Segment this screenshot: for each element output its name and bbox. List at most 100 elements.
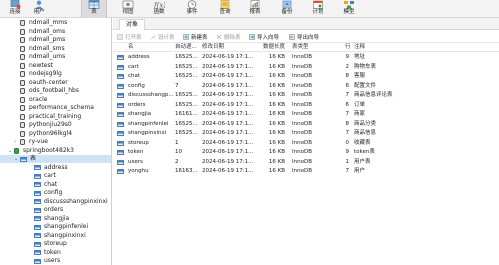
tree-db-ods-football-hbs[interactable]: ods_football_hbs [20, 87, 79, 95]
tree-table-token[interactable]: token [34, 249, 61, 257]
tree-tables-node[interactable]: ⌄ 表 [0, 155, 111, 163]
table-row[interactable]: yonghu 16163... 2024-06-19 17:1... 16 KB Inn… [113, 167, 499, 176]
query-label: 查询 [219, 9, 231, 15]
tree-db-label: oauth-center [29, 78, 68, 86]
user-button[interactable]: 用户 [24, 0, 54, 18]
tree-db-ry-vue[interactable]: › ry-vue [14, 138, 48, 146]
tree-table-label: cart [44, 172, 56, 179]
tree-table-label: address [44, 163, 68, 171]
tree-db-ndmall-mms[interactable]: ndmall_mms [20, 19, 67, 27]
tree-table-chat[interactable]: chat [34, 181, 57, 189]
tree-db-nodejsg9lg[interactable]: nodejsg9lg [20, 70, 62, 78]
tree-db-oracle[interactable]: oracle [20, 96, 47, 104]
tree-db-ndmall-sms[interactable]: ndmall_sms [20, 45, 65, 53]
cell-comment: 用户表 [354, 158, 371, 165]
tree-db-pythonjiu29s0[interactable]: pythonjiu29s0 [20, 121, 72, 129]
cell-engine: InnoDB [292, 111, 312, 117]
tree-db-ndmall-pms[interactable]: ndmall_pms [20, 36, 65, 44]
tree-db-label: ndmall_oms [29, 27, 66, 35]
cell-comment: 订单 [354, 101, 366, 108]
tree-table-label: config [44, 189, 63, 196]
column-header-rows[interactable]: 行 [345, 43, 351, 52]
open-table-button[interactable]: 打开表 [117, 32, 142, 42]
column-header-comment[interactable]: 注释 [354, 43, 365, 52]
cell-engine: InnoDB [292, 130, 312, 136]
table-icon [117, 131, 124, 136]
tab-objects[interactable]: 对象 [119, 19, 146, 30]
cell-size: 16 KB [268, 63, 285, 70]
tree-table-address[interactable]: address [34, 164, 68, 172]
export-wizard-button[interactable]: 导出向导 [289, 32, 319, 42]
table-icon [117, 64, 124, 70]
design-table-button[interactable]: 设计表 [150, 32, 175, 42]
tree-db-performance-schema[interactable]: performance_schema [20, 104, 94, 112]
tree-table-orders[interactable]: orders [34, 206, 63, 214]
query-button[interactable]: 查询 [210, 0, 240, 18]
tree-db-newtest[interactable]: newtest [20, 62, 53, 70]
report-button[interactable]: 报表 [240, 0, 270, 18]
tree-db-springboot482k3[interactable]: ⌄ springboot482k3 [8, 147, 74, 155]
table-row[interactable]: cart 16525... 2024-06-19 17:1... 16 KB InnoD… [113, 63, 499, 72]
table-button[interactable]: 表 [81, 0, 107, 18]
tree-table-label: discussshangpinxinxi [44, 197, 108, 205]
column-header-data-length[interactable]: 数据长度 [263, 43, 285, 52]
table-row[interactable]: shangpinxinxi 16525... 2024-06-19 17:1... 1… [113, 129, 499, 138]
function-button[interactable]: f(x) 函数 [144, 0, 174, 18]
delete-table-button[interactable]: 删除表 [216, 32, 241, 42]
tree-table-storeup[interactable]: storeup [34, 240, 67, 248]
cell-engine: InnoDB [292, 73, 312, 79]
table-row[interactable]: users 2 2024-06-19 17:1... 16 KB InnoDB 1 用户表 [113, 158, 499, 167]
export-wizard-label: 导出向导 [297, 35, 320, 41]
table-header: 名 自动递... 修改日期 数据长度 表类型 行 注释 [113, 43, 499, 52]
schedule-button[interactable]: 计划 [303, 0, 333, 18]
column-header-table-type[interactable]: 表类型 [292, 43, 309, 52]
table-row[interactable]: shangjia 16161... 2024-06-19 17:1... 16 KB I… [113, 110, 499, 119]
tree-db-ndmall-ums[interactable]: ndmall_ums [20, 53, 65, 61]
cell-date: 2024-06-19 17:1... [202, 73, 254, 79]
table-row[interactable]: storeup 1 2024-06-19 17:1... 16 KB InnoDB 0 收藏… [113, 139, 499, 148]
cell-comment: 商家 [354, 111, 366, 117]
tree-db-python96lkgl4[interactable]: python96lkgl4 [20, 130, 72, 138]
tree-table-users[interactable]: users [34, 257, 60, 265]
column-header-name[interactable]: 名 [128, 43, 134, 52]
export-icon [289, 34, 295, 40]
import-wizard-button[interactable]: 导入向导 [249, 32, 279, 42]
table-row[interactable]: address 16525... 2024-06-19 17:1... 16 KB In… [113, 53, 499, 62]
cell-size: 16 KB [268, 139, 285, 146]
event-button[interactable]: 事件 [177, 0, 207, 18]
table-row[interactable]: token 10 2024-06-19 17:1... 16 KB InnoDB 9 tok… [113, 148, 499, 157]
table-row[interactable]: config 7 2024-06-19 17:1... 16 KB InnoDB 6 配置文… [113, 82, 499, 91]
cell-engine: InnoDB [292, 139, 312, 146]
table-icon [117, 55, 124, 60]
tree-db-ndmall-oms[interactable]: ndmall_oms [20, 28, 65, 36]
cell-name: storeup [128, 139, 149, 146]
cell-date: 2024-06-19 17:1... [202, 168, 254, 174]
cell-date: 2024-06-19 17:1... [202, 92, 254, 98]
cell-engine: InnoDB [292, 92, 312, 98]
backup-button[interactable]: 备份 [272, 0, 302, 18]
table-row[interactable]: chat 16525... 2024-06-19 17:1... 16 KB InnoD… [113, 72, 499, 81]
table-row[interactable]: orders 16525... 2024-06-19 17:1... 16 KB Inn… [113, 101, 499, 110]
cell-comment: 购物车表 [354, 63, 377, 70]
database-icon [20, 20, 25, 26]
tree-table-config[interactable]: config [34, 189, 62, 197]
tree-table-shangjia[interactable]: shangjia [34, 215, 69, 223]
cell-auto: 16525... [175, 54, 198, 60]
column-header-modified-date[interactable]: 修改日期 [202, 43, 224, 52]
tree-table-discussshangpinxinxi[interactable]: discussshangpinxinxi [34, 198, 108, 206]
table-icon [34, 190, 41, 196]
table-row[interactable]: shangpinfenlei 16525... 2024-06-19 17:1...… [113, 120, 499, 129]
new-table-button[interactable]: 新建表 [183, 32, 208, 42]
database-icon [20, 79, 25, 86]
tree-db-label: ndmall_mms [29, 19, 68, 26]
column-header-auto-increment[interactable]: 自动递... [175, 43, 197, 52]
tree-table-shangpinxinxi[interactable]: shangpinxinxi [34, 232, 86, 240]
view-button[interactable]: 视图 [113, 0, 143, 18]
tree-table-cart[interactable]: cart [34, 172, 56, 180]
tree-db-oauth-center[interactable]: oauth-center [20, 79, 68, 87]
table-icon [117, 83, 124, 89]
tree-db-practical-training[interactable]: practical_training [20, 113, 81, 121]
model-button[interactable]: 模型 [334, 0, 364, 18]
table-row[interactable]: discussshangp... 16525... 2024-06-19 17:1.… [113, 91, 499, 100]
tree-table-shangpinfenlei[interactable]: shangpinfenlei [34, 223, 88, 231]
